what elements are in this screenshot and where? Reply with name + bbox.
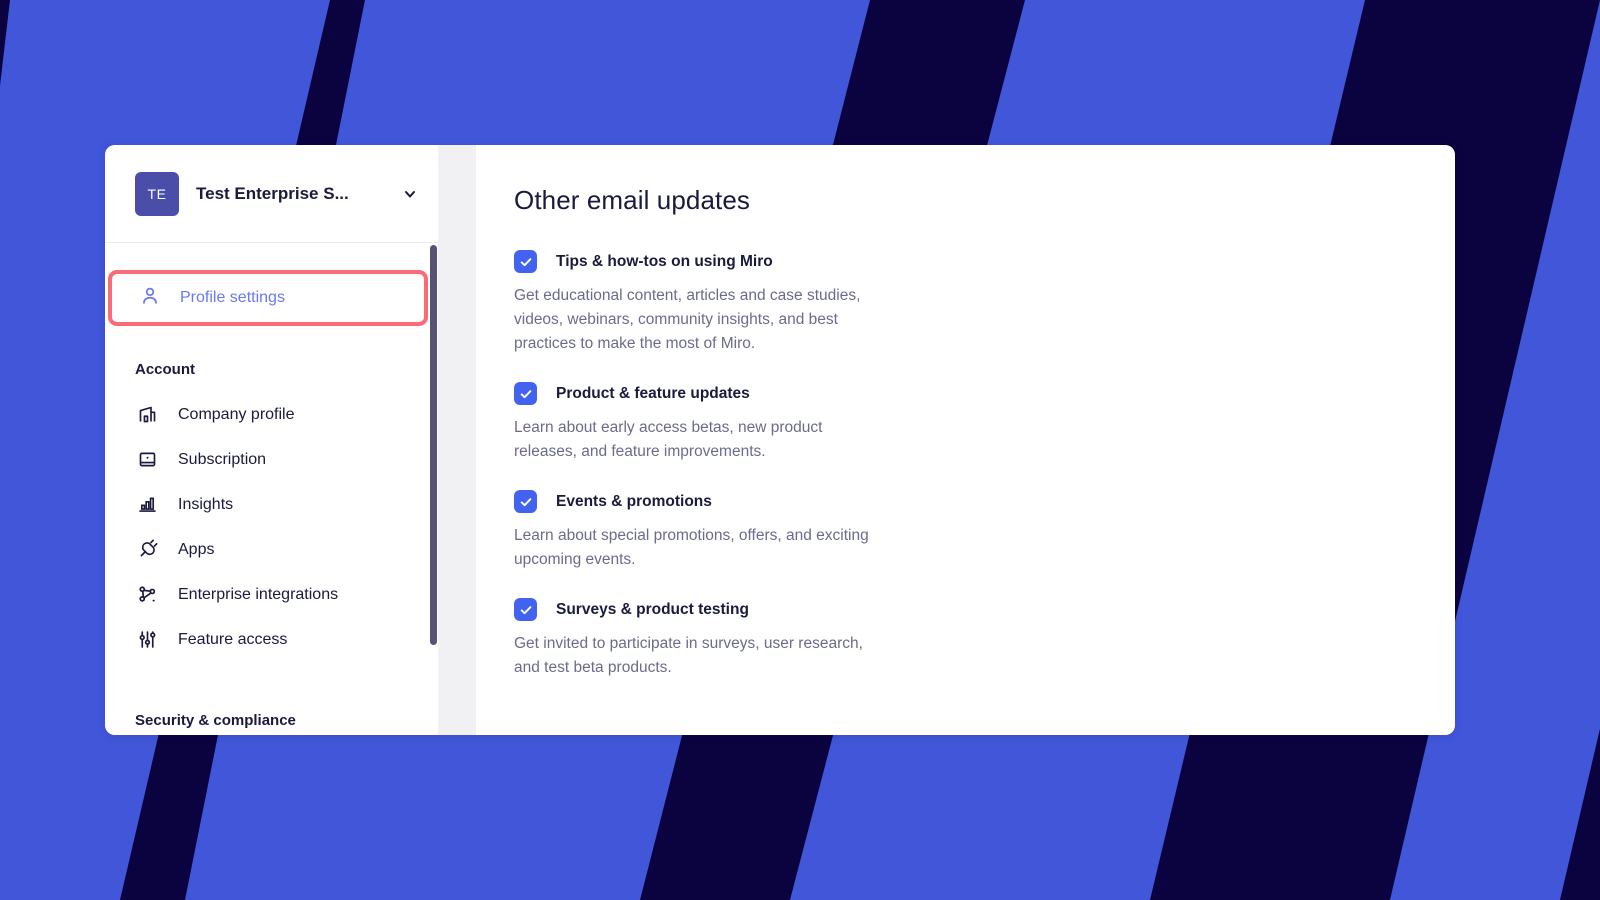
- plug-icon: [135, 538, 159, 562]
- checkbox-checked-icon[interactable]: [514, 490, 537, 513]
- sidebar-item-insights[interactable]: Insights: [105, 482, 438, 527]
- preference-description: Learn about early access betas, new prod…: [514, 419, 823, 460]
- integrations-icon: [135, 583, 159, 607]
- chevron-down-icon[interactable]: [402, 186, 418, 202]
- preference-toggle-row[interactable]: Events & promotions: [514, 490, 1455, 513]
- sidebar-scrollbar-thumb[interactable]: [430, 245, 437, 645]
- preference-label: Product & feature updates: [556, 384, 750, 402]
- sidebar-item-enterprise-integrations[interactable]: Enterprise integrations: [105, 572, 438, 617]
- sidebar-section-title-account: Account: [135, 361, 195, 378]
- sidebar-item-subscription[interactable]: Subscription: [105, 437, 438, 482]
- preference-toggle-row[interactable]: Product & feature updates: [514, 382, 1455, 405]
- checkbox-checked-icon[interactable]: [514, 598, 537, 621]
- person-icon: [139, 285, 161, 312]
- sidebar-item-label: Feature access: [178, 630, 288, 648]
- sliders-icon: [135, 628, 159, 652]
- checkbox-checked-icon[interactable]: [514, 382, 537, 405]
- sidebar-section-title-security: Security & compliance: [135, 712, 296, 729]
- page-title: Other email updates: [514, 185, 751, 215]
- main-content: Other email updates Tips & how-tos on us…: [476, 145, 1455, 735]
- preference-label: Tips & how-tos on using Miro: [556, 252, 773, 270]
- sidebar-item-label: Company profile: [178, 405, 295, 423]
- preference-description: Get educational content, articles and ca…: [514, 287, 861, 352]
- preference-item: Events & promotions Learn about special …: [514, 490, 1455, 572]
- preference-toggle-row[interactable]: Tips & how-tos on using Miro: [514, 250, 1455, 273]
- sidebar-item-feature-access[interactable]: Feature access: [105, 617, 438, 662]
- preference-label: Surveys & product testing: [556, 600, 749, 618]
- sidebar-item-profile-settings[interactable]: Profile settings: [108, 270, 428, 326]
- sidebar-item-label: Subscription: [178, 450, 267, 468]
- sidebar: TE Test Enterprise S... Profile settings: [105, 145, 438, 735]
- org-switcher[interactable]: TE Test Enterprise S...: [105, 145, 438, 242]
- sidebar-item-label: Insights: [178, 495, 234, 513]
- preference-item: Surveys & product testing Get invited to…: [514, 598, 1455, 680]
- settings-card: TE Test Enterprise S... Profile settings: [105, 145, 1455, 735]
- sidebar-scrollbar[interactable]: [430, 245, 438, 735]
- preference-toggle-row[interactable]: Surveys & product testing: [514, 598, 1455, 621]
- bar-chart-icon: [135, 493, 159, 517]
- preference-label: Events & promotions: [556, 492, 712, 510]
- sidebar-item-label: Apps: [178, 540, 215, 558]
- preference-description: Learn about special promotions, offers, …: [514, 527, 869, 568]
- building-icon: [135, 403, 159, 427]
- preference-description: Get invited to participate in surveys, u…: [514, 635, 863, 676]
- sidebar-item-company-profile[interactable]: Company profile: [105, 392, 438, 437]
- card-icon: [135, 448, 159, 472]
- avatar: TE: [135, 171, 179, 216]
- sidebar-item-label: Profile settings: [180, 289, 285, 306]
- sidebar-item-label: Enterprise integrations: [178, 585, 339, 603]
- sidebar-scroll-area: Profile settings Account Company profile: [105, 243, 438, 735]
- content-gutter: [438, 145, 476, 735]
- preference-item: Tips & how-tos on using Miro Get educati…: [514, 250, 1455, 356]
- preference-item: Product & feature updates Learn about ea…: [514, 382, 1455, 464]
- checkbox-checked-icon[interactable]: [514, 250, 537, 273]
- org-name: Test Enterprise S...: [196, 183, 349, 203]
- sidebar-item-apps[interactable]: Apps: [105, 527, 438, 572]
